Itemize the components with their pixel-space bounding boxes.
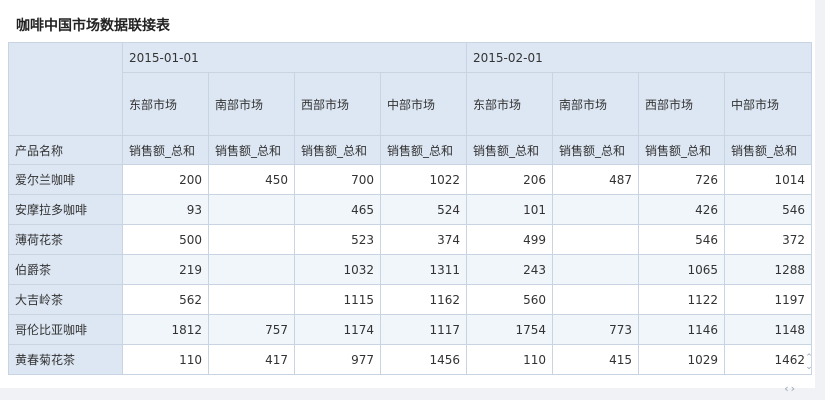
horizontal-scroll-icon[interactable]: ‹› [784,382,797,396]
value-cell[interactable]: 465 [294,194,381,225]
region-header[interactable]: 南部市场 [552,72,639,136]
table-row: 爱尔兰咖啡 200 450 700 1022 206 487 726 1014 [8,164,812,195]
product-name-cell[interactable]: 伯爵茶 [8,254,123,285]
value-cell[interactable] [552,194,639,225]
measure-header-row: 产品名称 销售额_总和 销售额_总和 销售额_总和 销售额_总和 销售额_总和 … [8,135,812,165]
value-cell[interactable]: 1117 [380,314,467,345]
value-cell[interactable]: 93 [122,194,209,225]
table-row: 哥伦比亚咖啡 1812 757 1174 1117 1754 773 1146 1148 [8,314,812,345]
measure-header[interactable]: 销售额_总和 [466,135,553,165]
value-cell[interactable]: 1754 [466,314,553,345]
value-cell[interactable]: 562 [122,284,209,315]
value-cell[interactable]: 1812 [122,314,209,345]
value-cell[interactable]: 726 [638,164,725,195]
value-cell[interactable]: 101 [466,194,553,225]
value-cell[interactable]: 1032 [294,254,381,285]
value-cell[interactable] [208,194,295,225]
region-header-row: 东部市场 南部市场 西部市场 中部市场 东部市场 南部市场 西部市场 中部市场 [9,72,812,136]
value-cell[interactable] [552,284,639,315]
date-header-row: 2015-01-01 2015-02-01 [8,42,812,136]
value-cell[interactable]: 499 [466,224,553,255]
value-cell[interactable]: 374 [380,224,467,255]
value-cell[interactable] [208,224,295,255]
date-header[interactable]: 2015-01-01 [122,42,467,73]
value-cell[interactable]: 700 [294,164,381,195]
report-panel: 咖啡中国市场数据联接表 2015-01-01 2015-02-01 东部市场 南… [0,0,815,395]
product-name-cell[interactable]: 大吉岭茶 [8,284,123,315]
value-cell[interactable]: 546 [638,224,725,255]
value-cell[interactable]: 426 [638,194,725,225]
value-cell[interactable]: 372 [724,224,812,255]
value-cell[interactable]: 1022 [380,164,467,195]
table-row: 伯爵茶 219 1032 1311 243 1065 1288 [8,254,812,285]
region-header[interactable]: 南部市场 [208,72,295,136]
date-header[interactable]: 2015-02-01 [466,42,812,73]
measure-header[interactable]: 销售额_总和 [208,135,295,165]
value-cell[interactable]: 1029 [638,344,725,375]
region-header[interactable]: 中部市场 [724,72,812,136]
measure-header[interactable]: 销售额_总和 [638,135,725,165]
region-header[interactable]: 西部市场 [294,72,381,136]
value-cell[interactable]: 1456 [380,344,467,375]
table-row: 薄荷花茶 500 523 374 499 546 372 [8,224,812,255]
value-cell[interactable]: 110 [122,344,209,375]
value-cell[interactable]: 1174 [294,314,381,345]
value-cell[interactable]: 243 [466,254,553,285]
value-cell[interactable]: 524 [380,194,467,225]
value-cell[interactable]: 200 [122,164,209,195]
value-cell[interactable] [552,224,639,255]
value-cell[interactable]: 487 [552,164,639,195]
product-name-cell[interactable]: 薄荷花茶 [8,224,123,255]
measure-header[interactable]: 销售额_总和 [294,135,381,165]
measure-header[interactable]: 销售额_总和 [380,135,467,165]
value-cell[interactable]: 523 [294,224,381,255]
product-name-cell[interactable]: 黄春菊花茶 [8,344,123,375]
product-name-cell[interactable]: 爱尔兰咖啡 [8,164,123,195]
value-cell[interactable]: 757 [208,314,295,345]
table-body: 爱尔兰咖啡 200 450 700 1022 206 487 726 1014 安摩拉多咖啡 93 4… [8,164,812,375]
value-cell[interactable]: 1122 [638,284,725,315]
value-cell[interactable] [208,284,295,315]
value-cell[interactable]: 1146 [638,314,725,345]
region-header[interactable]: 东部市场 [466,72,553,136]
value-cell[interactable]: 1462 [724,344,812,375]
value-cell[interactable]: 1148 [724,314,812,345]
value-cell[interactable]: 500 [122,224,209,255]
table-row: 安摩拉多咖啡 93 465 524 101 426 546 [8,194,812,225]
value-cell[interactable]: 1115 [294,284,381,315]
value-cell[interactable]: 1288 [724,254,812,285]
region-header[interactable]: 西部市场 [638,72,725,136]
measure-header[interactable]: 销售额_总和 [122,135,209,165]
report-title: 咖啡中国市场数据联接表 [16,18,170,34]
value-cell[interactable]: 1197 [724,284,812,315]
value-cell[interactable]: 1311 [380,254,467,285]
pivot-table: 2015-01-01 2015-02-01 东部市场 南部市场 西部市场 中部市… [8,42,812,375]
table-row: 黄春菊花茶 110 417 977 1456 110 415 1029 1462 [8,344,812,375]
vertical-scroll-icon[interactable]: ⌃ ⌄ [805,354,813,374]
value-cell[interactable] [552,254,639,285]
value-cell[interactable]: 206 [466,164,553,195]
measure-header[interactable]: 销售额_总和 [552,135,639,165]
product-name-cell[interactable]: 哥伦比亚咖啡 [8,314,123,345]
value-cell[interactable]: 110 [466,344,553,375]
product-name-cell[interactable]: 安摩拉多咖啡 [8,194,123,225]
value-cell[interactable]: 450 [208,164,295,195]
value-cell[interactable]: 977 [294,344,381,375]
value-cell[interactable]: 546 [724,194,812,225]
corner-cell [8,42,123,136]
region-header[interactable]: 中部市场 [380,72,467,136]
value-cell[interactable]: 560 [466,284,553,315]
value-cell[interactable]: 773 [552,314,639,345]
value-cell[interactable]: 417 [208,344,295,375]
region-header[interactable]: 东部市场 [122,72,209,136]
value-cell[interactable]: 1162 [380,284,467,315]
value-cell[interactable]: 219 [122,254,209,285]
row-header-label[interactable]: 产品名称 [8,135,123,165]
measure-header[interactable]: 销售额_总和 [724,135,812,165]
value-cell[interactable]: 1014 [724,164,812,195]
value-cell[interactable]: 1065 [638,254,725,285]
value-cell[interactable]: 415 [552,344,639,375]
value-cell[interactable] [208,254,295,285]
table-row: 大吉岭茶 562 1115 1162 560 1122 1197 [8,284,812,315]
